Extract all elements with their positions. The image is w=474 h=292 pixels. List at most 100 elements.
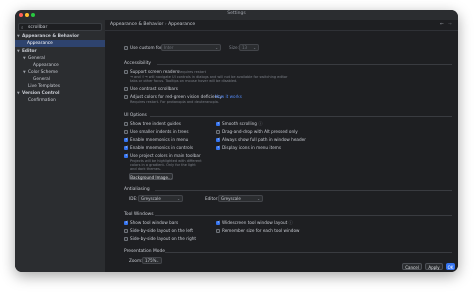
zoom-label: Zoom: — [129, 258, 143, 263]
ui-options-section-title: UI Options — [124, 113, 147, 118]
font-value: Inter — [164, 45, 174, 50]
menu-icons-label: Display icons in menu items — [222, 145, 282, 150]
content-header: Appearance & Behavior › Appearance ← → — [105, 20, 458, 31]
info-icon[interactable]: ⓘ — [289, 220, 293, 225]
sidebar-item-label: Appearance — [27, 41, 53, 46]
sidebar-item-label: Color Scheme — [28, 70, 58, 75]
smaller-indents-checkbox[interactable] — [124, 130, 128, 134]
color-deficiency-hint: Requires restart. For protanopia and deu… — [130, 100, 220, 104]
mnemonics-menu-checkbox[interactable] — [124, 137, 128, 142]
tree-indent-guides-checkbox[interactable] — [124, 122, 128, 126]
contrast-scrollbars-label: Use contrast scrollbars — [130, 86, 178, 91]
presentation-mode-divider — [165, 252, 452, 253]
use-custom-font-checkbox[interactable] — [124, 46, 128, 50]
widescreen-layout-label: Widescreen tool window layout ⓘ — [222, 220, 293, 226]
drag-and-drop-alt-checkbox[interactable] — [216, 130, 220, 134]
mnemonics-controls-label: Enable mnemonics in controls — [130, 145, 194, 150]
screen-readers-checkbox[interactable] — [124, 70, 128, 74]
search-icon: ⌕ — [21, 26, 24, 31]
apply-button[interactable]: Apply — [425, 263, 443, 270]
project-colors-label: Use project colors in main toolbar — [130, 153, 201, 158]
font-size-select[interactable]: 13 ⌄ — [239, 44, 259, 51]
editor-antialiasing-label: Editor: — [205, 196, 219, 201]
sidebar-item-color-scheme-general[interactable]: General — [33, 76, 50, 83]
zoom-value: 175% — [145, 258, 157, 263]
project-colors-checkbox[interactable] — [124, 153, 128, 158]
accessibility-section-title: Accessibility — [124, 61, 152, 66]
sidebar-item-editor-appearance[interactable]: Appearance — [33, 62, 59, 69]
sidebar-item-label: Live Templates — [28, 84, 60, 89]
sidebar-item-editor[interactable]: ▼ Editor — [17, 48, 37, 55]
font-size-value: 13 — [242, 45, 248, 50]
accessibility-divider — [157, 64, 452, 65]
smaller-indents-label: Use smaller indents in trees — [130, 129, 189, 134]
breadcrumb-leaf: Appearance — [168, 22, 196, 27]
breadcrumb: Appearance & Behavior › Appearance — [110, 22, 195, 27]
side-by-side-left-checkbox[interactable] — [124, 229, 128, 233]
how-it-works-link[interactable]: How it works — [215, 94, 242, 99]
chevron-down-icon: ⌄ — [257, 197, 260, 201]
sidebar-item-confirmation[interactable]: Confirmation — [28, 97, 56, 104]
contrast-scrollbars-checkbox[interactable] — [124, 87, 128, 91]
mnemonics-controls-checkbox[interactable] — [124, 145, 128, 150]
settings-sidebar: ⌕ scrollbar ▼ Appearance & Behavior Appea… — [15, 20, 105, 272]
tool-window-bars-checkbox[interactable] — [124, 220, 128, 225]
sidebar-item-appearance-behavior[interactable]: ▼ Appearance & Behavior — [17, 33, 79, 40]
breadcrumb-root[interactable]: Appearance & Behavior — [110, 22, 163, 27]
sidebar-item-label: Version Control — [22, 91, 60, 96]
tool-windows-section-title: Tool Windows — [124, 212, 154, 217]
ide-antialiasing-select[interactable]: Greyscale ⌄ — [138, 195, 183, 202]
sidebar-item-live-templates[interactable]: Live Templates — [28, 83, 60, 90]
ok-button[interactable]: OK — [446, 263, 455, 270]
sidebar-item-label: General — [33, 77, 50, 82]
widescreen-layout-text: Widescreen tool window layout — [222, 220, 288, 225]
chevron-down-icon: ⌄ — [177, 197, 180, 201]
forward-arrow-icon[interactable]: → — [448, 22, 452, 27]
ide-antialiasing-value: Greyscale — [141, 196, 161, 201]
font-select[interactable]: Inter ⌄ — [161, 44, 221, 51]
remember-size-checkbox[interactable] — [216, 229, 220, 233]
full-path-header-label: Always show full path in window header — [222, 137, 306, 142]
requires-restart-note: Requires restart — [178, 69, 206, 74]
smooth-scrolling-checkbox[interactable] — [216, 121, 220, 126]
screen-readers-label: Support screen readers — [130, 69, 180, 74]
antialiasing-section-title: Antialiasing — [124, 187, 150, 192]
widescreen-layout-checkbox[interactable] — [216, 220, 220, 225]
cancel-button[interactable]: Cancel — [402, 263, 422, 270]
full-path-header-checkbox[interactable] — [216, 137, 220, 142]
editor-antialiasing-select[interactable]: Greyscale ⌄ — [218, 195, 263, 202]
sidebar-item-version-control[interactable]: ▼ Version Control — [17, 90, 59, 97]
editor-antialiasing-value: Greyscale — [221, 196, 241, 201]
breadcrumb-separator: › — [164, 22, 167, 27]
settings-search-input[interactable]: ⌕ scrollbar — [18, 23, 102, 31]
drag-and-drop-alt-label: Drag-and-drop with Alt pressed only — [222, 129, 298, 134]
project-colors-hint: and dark themes. — [130, 167, 161, 171]
info-icon[interactable]: ⓘ — [258, 121, 262, 126]
sidebar-item-label: Appearance & Behavior — [22, 34, 80, 39]
tree-indent-guides-label: Show tree indent guides — [130, 121, 181, 126]
presentation-mode-section-title: Presentation Mode — [124, 249, 165, 254]
sidebar-item-appearance[interactable]: Appearance — [15, 40, 105, 47]
chevron-down-icon: ⌄ — [253, 46, 256, 50]
side-by-side-right-checkbox[interactable] — [124, 237, 128, 241]
sidebar-item-color-scheme[interactable]: ▼ Color Scheme — [23, 69, 58, 76]
menu-icons-checkbox[interactable] — [216, 145, 220, 150]
tool-window-bars-label: Show tool window bars — [130, 220, 179, 225]
zoom-select[interactable]: 175% ⌄ — [142, 257, 162, 264]
remember-size-label: Remember size for each tool window — [222, 228, 300, 233]
tool-windows-divider — [155, 215, 452, 216]
sidebar-item-label: Editor — [22, 49, 37, 54]
color-deficiency-label: Adjust colors for red-green vision defic… — [130, 94, 223, 99]
back-arrow-icon[interactable]: ← — [440, 22, 444, 27]
background-image-button[interactable]: Background Image... — [129, 173, 173, 180]
ide-antialiasing-label: IDE: — [129, 196, 138, 201]
ui-options-divider — [150, 116, 452, 117]
side-by-side-left-label: Side-by-side layout on the left — [130, 228, 193, 233]
color-deficiency-checkbox[interactable] — [124, 95, 128, 99]
mnemonics-menu-label: Enable mnemonics in menu — [130, 137, 189, 142]
sidebar-item-general[interactable]: ▼ General — [23, 55, 45, 62]
font-size-label: Size: — [229, 45, 240, 50]
smooth-scrolling-text: Smooth scrolling — [222, 121, 257, 126]
screen-readers-hint: tabs or other focus. Tooltips on mouse h… — [130, 79, 238, 83]
sidebar-item-label: Appearance — [33, 63, 59, 68]
